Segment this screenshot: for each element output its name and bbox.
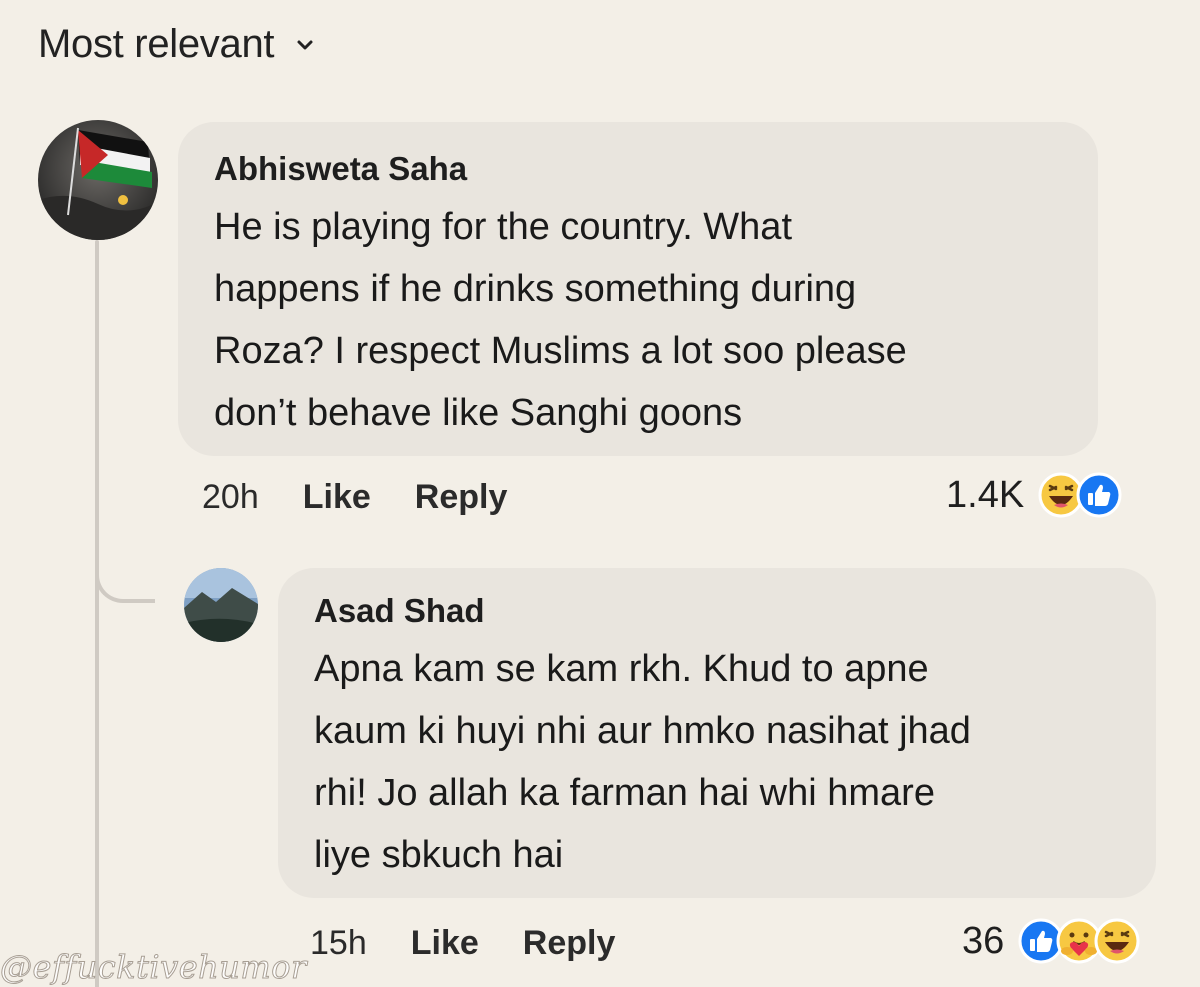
sort-selector[interactable]: Most relevant xyxy=(38,22,316,67)
thread-connector xyxy=(95,545,155,603)
like-button[interactable]: Like xyxy=(303,478,371,517)
avatar[interactable] xyxy=(38,120,158,240)
reaction-summary[interactable]: 1.4K xyxy=(946,472,1122,518)
reply-bubble: Asad Shad Apna kam se kam rkh. Khud to a… xyxy=(278,568,1156,898)
comment-actions: 20h Like Reply xyxy=(202,478,551,517)
comments-panel: Most relevant Abhisweta Saha He is playi… xyxy=(0,0,1200,987)
avatar[interactable] xyxy=(184,568,258,642)
comment-text: He is playing for the country. What happ… xyxy=(214,206,907,434)
comment-text: Apna kam se kam rkh. Khud to apne kaum k… xyxy=(314,648,971,876)
sort-label: Most relevant xyxy=(38,22,275,66)
reaction-count: 1.4K xyxy=(946,473,1025,516)
comment-author[interactable]: Abhisweta Saha xyxy=(214,150,1062,188)
comment-time[interactable]: 20h xyxy=(202,478,259,517)
comment-actions: 15h Like Reply xyxy=(310,924,659,963)
reply-button[interactable]: Reply xyxy=(415,478,508,517)
like-button[interactable]: Like xyxy=(411,924,479,963)
comment-time[interactable]: 15h xyxy=(310,924,367,963)
reaction-summary[interactable]: 36 xyxy=(962,918,1140,964)
comment-author[interactable]: Asad Shad xyxy=(314,592,1120,630)
avatar-image xyxy=(38,120,158,240)
chevron-down-icon xyxy=(297,40,313,49)
like-thumb-icon xyxy=(1076,472,1122,518)
haha-emoji-icon xyxy=(1094,918,1140,964)
reply-button[interactable]: Reply xyxy=(523,924,616,963)
comment-bubble: Abhisweta Saha He is playing for the cou… xyxy=(178,122,1098,456)
avatar-image xyxy=(184,568,258,642)
reaction-count: 36 xyxy=(962,919,1005,962)
watermark-text: @effucktivehumor xyxy=(0,948,307,987)
thread-line xyxy=(95,240,99,987)
